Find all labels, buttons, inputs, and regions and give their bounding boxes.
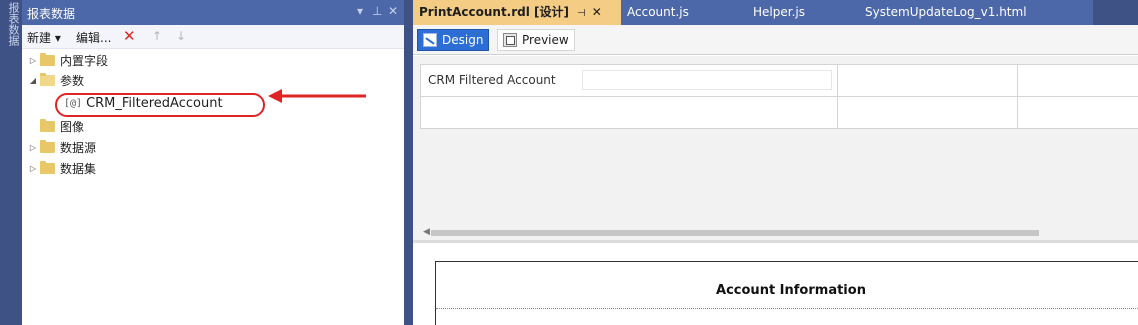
report-body[interactable]: Account Information (435, 261, 1138, 325)
design-tab[interactable]: Design (417, 29, 490, 51)
parameter-cell: CRM Filtered Account (420, 64, 838, 97)
tab-label: Helper.js (753, 5, 805, 19)
report-design-canvas: Account Information (413, 243, 1138, 325)
pin-icon[interactable]: ⊥ (372, 4, 382, 18)
design-tab-label: Design (442, 33, 484, 47)
collapse-icon[interactable]: ◢ (26, 76, 40, 85)
vertical-tool-strip: 报表数据 (0, 0, 22, 325)
tab-label: PrintAccount.rdl [设计] (419, 5, 570, 19)
tab-label: SystemUpdateLog_v1.html (865, 5, 1027, 19)
preview-icon (503, 33, 517, 47)
tree-node-builtin-fields[interactable]: ▷ 内置字段 (26, 50, 108, 70)
scroll-left-icon[interactable]: ◀ (423, 227, 430, 237)
parameter-cell-empty (837, 64, 1018, 97)
tree-label: 数据源 (60, 140, 97, 155)
report-title[interactable]: Account Information (436, 283, 1138, 298)
open-folder-icon (40, 72, 55, 86)
panel-title: 报表数据 (27, 7, 76, 21)
tab-printaccount[interactable]: PrintAccount.rdl [设计] ⊣ ✕ (413, 0, 621, 25)
arrow-down-icon[interactable]: ↓ (176, 29, 186, 43)
tree-node-data-sources[interactable]: ▷ 数据源 (26, 137, 96, 157)
report-data-panel: 报表数据 ▾ ⊥ ✕ 新建 ▾ 编辑... ✕ ↑ ↓ ▷ 内置字段 ◢ 参数 … (22, 0, 404, 325)
expand-icon[interactable]: ▷ (26, 56, 40, 65)
folder-icon (40, 160, 55, 174)
parameter-label: CRM Filtered Account (428, 73, 556, 87)
panel-splitter[interactable] (404, 0, 413, 325)
parameters-pane: CRM Filtered Account (413, 56, 1138, 240)
panel-header: 报表数据 ▾ ⊥ ✕ (22, 0, 404, 25)
tree-node-images[interactable]: 图像 (26, 116, 84, 136)
arrow-up-icon[interactable]: ↑ (152, 29, 162, 43)
document-tab-bar: PrintAccount.rdl [设计] ⊣ ✕ Account.js Helpe… (413, 0, 1138, 25)
tab-label: Account.js (627, 5, 689, 19)
tree-label: 图像 (60, 119, 85, 134)
folder-icon (40, 52, 55, 66)
parameter-cell-empty (1017, 64, 1138, 97)
new-button[interactable]: 新建 ▾ (27, 29, 61, 46)
parameter-cell-empty (1017, 96, 1138, 129)
tree-label: 数据集 (60, 161, 97, 176)
folder-icon (40, 139, 55, 153)
chevron-down-icon[interactable]: ▾ (357, 4, 363, 18)
preview-tab[interactable]: Preview (497, 29, 575, 51)
pin-icon[interactable]: ⊣ (577, 8, 586, 19)
close-icon[interactable]: ✕ (123, 27, 136, 45)
tab-systemupdatelog[interactable]: SystemUpdateLog_v1.html (859, 0, 1093, 25)
horizontal-scrollbar[interactable]: ◀ (413, 226, 1138, 240)
tab-helper-js[interactable]: Helper.js (747, 0, 859, 25)
design-icon (423, 33, 437, 47)
expand-icon[interactable]: ▷ (26, 164, 40, 173)
folder-icon (40, 118, 55, 132)
document-area: PrintAccount.rdl [设计] ⊣ ✕ Account.js Helpe… (413, 0, 1138, 325)
view-mode-bar: Design Preview (413, 25, 1138, 55)
scrollbar-thumb[interactable] (431, 230, 1039, 236)
expand-icon[interactable]: ▷ (26, 143, 40, 152)
parameter-input[interactable] (582, 70, 832, 90)
close-icon[interactable]: ✕ (592, 5, 602, 19)
close-icon[interactable]: ✕ (388, 4, 398, 18)
preview-tab-label: Preview (522, 33, 569, 47)
tree-node-datasets[interactable]: ▷ 数据集 (26, 158, 96, 178)
report-divider (436, 308, 1138, 309)
parameter-cell-empty (837, 96, 1018, 129)
tab-account-js[interactable]: Account.js (621, 0, 747, 25)
tree-node-parameters[interactable]: ◢ 参数 (26, 70, 84, 90)
report-data-dock-tab[interactable]: 报表数据 (3, 2, 20, 46)
annotation-arrow-icon (268, 89, 366, 103)
edit-button[interactable]: 编辑... (76, 29, 111, 46)
tree-label: 内置字段 (60, 53, 109, 68)
tree-label: 参数 (60, 73, 85, 88)
report-data-tree: ▷ 内置字段 ◢ 参数 [@] CRM_FilteredAccount 图像 ▷… (22, 49, 404, 325)
parameter-cell-empty (420, 96, 838, 129)
panel-toolbar: 新建 ▾ 编辑... ✕ ↑ ↓ (22, 25, 404, 49)
highlight-circle (55, 93, 265, 117)
